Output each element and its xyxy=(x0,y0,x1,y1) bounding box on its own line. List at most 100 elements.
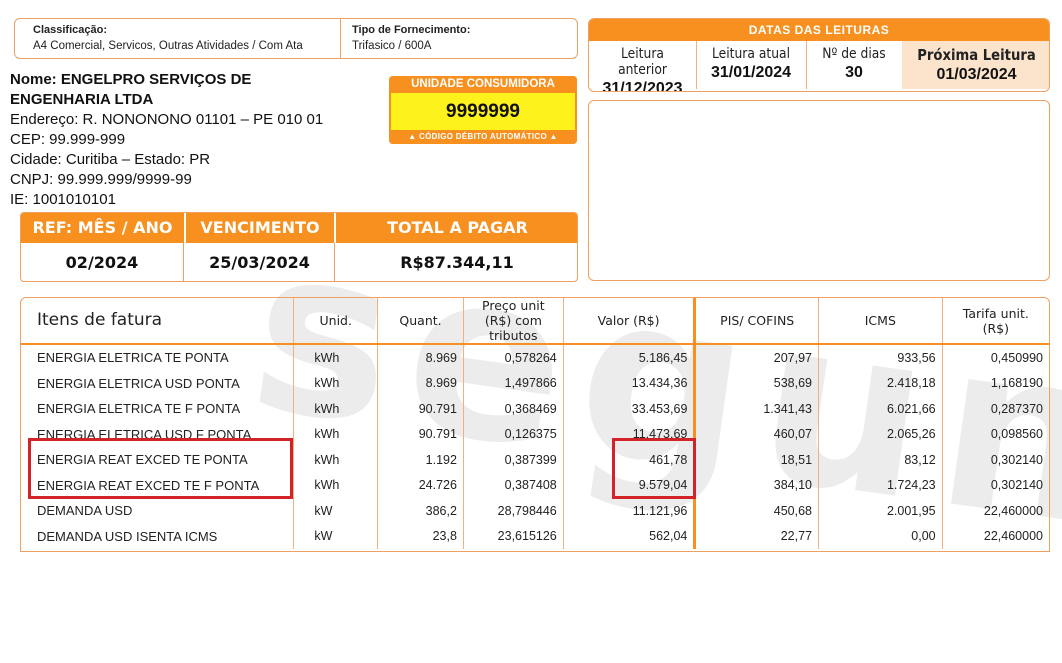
table-row: ENERGIA ELETRICA TE F PONTA kWh 90.791 0,36… xyxy=(21,396,1049,422)
previous-reading: Leitura anterior 31/12/2023 xyxy=(589,41,697,92)
item-tariff: 0,302140 xyxy=(990,478,1043,493)
client-cep: CEP: 99.999-999 xyxy=(10,131,126,148)
item-unit-price: 0,387408 xyxy=(463,472,564,498)
item-description: ENERGIA ELETRICA TE PONTA xyxy=(21,344,295,371)
classification-value: A4 Comercial, Servicos, Outras Atividade… xyxy=(33,40,303,52)
item-description: ENERGIA ELETRICA TE F PONTA xyxy=(21,396,295,422)
item-unit: kWh xyxy=(293,370,379,396)
item-value: 562,04 xyxy=(563,523,697,549)
item-quantity: 23,8 xyxy=(377,523,464,549)
client-city: Cidade: Curitiba – Estado: PR xyxy=(10,151,211,168)
client-name-line2: ENGENHARIA LTDA xyxy=(10,91,154,108)
item-quantity: 24.726 xyxy=(377,472,464,498)
message-panel xyxy=(588,100,1050,281)
table-row: ENERGIA ELETRICA USD PONTA kWh 8.969 1,4978… xyxy=(21,370,1049,396)
highlight-reactive-energy-values xyxy=(612,438,696,499)
col-header-value: Valor (R$) xyxy=(563,298,697,345)
col-header-pis-cofins: PIS/ COFINS xyxy=(694,298,820,345)
item-icms: 0,00 xyxy=(818,523,943,549)
item-unit-price: 23,615126 xyxy=(463,523,564,549)
item-quantity: 90.791 xyxy=(377,421,464,447)
table-header-row: Itens de fatura Unid. Quant. Preço unit … xyxy=(21,298,1049,345)
previous-reading-date: 31/12/2023 xyxy=(602,80,683,92)
item-icms: 933,56 xyxy=(818,344,943,371)
item-quantity: 8.969 xyxy=(377,344,464,371)
item-pis-cofins: 384,10 xyxy=(694,472,820,498)
col-header-icms: ICMS xyxy=(818,298,943,345)
item-unit-price: 0,578264 xyxy=(463,344,564,371)
col-header-tariff: Tarifa unit. (R$) xyxy=(942,298,1049,345)
item-quantity: 1.192 xyxy=(377,447,464,473)
item-quantity: 90.791 xyxy=(377,396,464,422)
item-pis-cofins: 1.341,43 xyxy=(694,396,820,422)
previous-reading-label: Leitura anterior xyxy=(618,46,667,78)
ref-month-label: REF: MÊS / ANO xyxy=(21,213,184,243)
item-unit: kWh xyxy=(293,421,379,447)
client-name-line1: Nome: ENGELPRO SERVIÇOS DE xyxy=(10,71,252,88)
item-description: DEMANDA USD xyxy=(21,498,295,524)
item-tariff: 0,302140 xyxy=(990,452,1043,467)
col-header-unit: Unid. xyxy=(293,298,379,345)
item-description: DEMANDA USD ISENTA ICMS xyxy=(21,523,295,549)
item-icms: 2.001,95 xyxy=(818,498,943,524)
client-ie: IE: 1001010101 xyxy=(10,191,116,208)
table-row: DEMANDA USD ISENTA ICMS kW 23,8 23,615126 56… xyxy=(21,523,1049,549)
item-unit-price: 1,497866 xyxy=(463,370,564,396)
auto-debit-code-label: ▲ CÓDIGO DÉBITO AUTOMÁTICO ▲ xyxy=(389,130,577,144)
item-tariff: 1,168190 xyxy=(990,376,1043,391)
consumer-unit-number: 9999999 xyxy=(391,93,575,131)
item-pis-cofins: 18,51 xyxy=(694,447,820,473)
item-tariff: 0,450990 xyxy=(990,350,1043,365)
item-unit-price: 0,368469 xyxy=(463,396,564,422)
next-reading: Próxima Leitura 01/03/2024 xyxy=(902,41,1049,89)
item-tariff: 0,098560 xyxy=(990,427,1043,442)
days-count: Nº de dias 30 xyxy=(806,41,903,89)
client-cnpj: CNPJ: 99.999.999/9999-99 xyxy=(10,171,192,188)
total-label: TOTAL A PAGAR xyxy=(336,213,577,243)
invoice-items-table: Itens de fatura Unid. Quant. Preço unit … xyxy=(20,297,1050,552)
item-tariff: 22,460000 xyxy=(983,529,1043,544)
col-header-unit-price: Preço unit (R$) com tributos xyxy=(463,298,564,345)
due-date-label: VENCIMENTO xyxy=(186,213,334,243)
col-header-items: Itens de fatura xyxy=(21,298,295,345)
item-unit: kWh xyxy=(293,396,379,422)
item-unit: kW xyxy=(293,523,379,549)
item-unit-price: 0,126375 xyxy=(463,421,564,447)
item-value: 11.121,96 xyxy=(563,498,697,524)
current-reading-date: 31/01/2024 xyxy=(710,64,792,81)
current-reading: Leitura atual 31/01/2024 xyxy=(696,41,807,89)
item-value: 5.186,45 xyxy=(563,344,697,371)
days-count-value: 30 xyxy=(845,64,863,81)
billing-summary: REF: MÊS / ANO VENCIMENTO TOTAL A PAGAR … xyxy=(20,212,578,282)
item-unit: kW xyxy=(293,498,379,524)
next-reading-label: Próxima Leitura xyxy=(917,46,1036,64)
client-address: Endereço: R. NONONONO 01101 – PE 010 01 xyxy=(10,111,324,128)
ref-month-value: 02/2024 xyxy=(21,243,184,281)
reading-dates-title: DATAS DAS LEITURAS xyxy=(589,19,1049,41)
classification-box: Classificação: A4 Comercial, Servicos, O… xyxy=(14,18,578,59)
item-tariff: 22,460000 xyxy=(983,503,1043,518)
supply-type-label: Tipo de Fornecimento: xyxy=(352,24,471,36)
item-icms: 6.021,66 xyxy=(818,396,943,422)
item-unit: kWh xyxy=(293,472,379,498)
highlight-reactive-energy-items xyxy=(28,438,293,499)
item-icms: 1.724,23 xyxy=(818,472,943,498)
item-unit-price: 0,387399 xyxy=(463,447,564,473)
item-value: 33.453,69 xyxy=(563,396,697,422)
client-info: Nome: ENGELPRO SERVIÇOS DE ENGENHARIA LT… xyxy=(10,70,380,210)
item-pis-cofins: 22,77 xyxy=(694,523,820,549)
item-quantity: 386,2 xyxy=(377,498,464,524)
classification-label: Classificação: xyxy=(33,24,107,36)
item-tariff: 0,287370 xyxy=(990,401,1043,416)
item-unit-price: 28,798446 xyxy=(463,498,564,524)
supply-type-value: Trifasico / 600A xyxy=(352,40,432,52)
consumer-unit-title: UNIDADE CONSUMIDORA xyxy=(389,76,577,93)
table-row: ENERGIA ELETRICA TE PONTA kWh 8.969 0,57826… xyxy=(21,344,1049,371)
item-icms: 83,12 xyxy=(818,447,943,473)
table-row: DEMANDA USD kW 386,2 28,798446 11.121,96 450,… xyxy=(21,498,1049,524)
item-pis-cofins: 207,97 xyxy=(694,344,820,371)
consumer-unit-box: UNIDADE CONSUMIDORA 9999999 ▲ CÓDIGO DÉB… xyxy=(389,76,577,144)
item-icms: 2.065,26 xyxy=(818,421,943,447)
item-unit: kWh xyxy=(293,447,379,473)
item-quantity: 8.969 xyxy=(377,370,464,396)
